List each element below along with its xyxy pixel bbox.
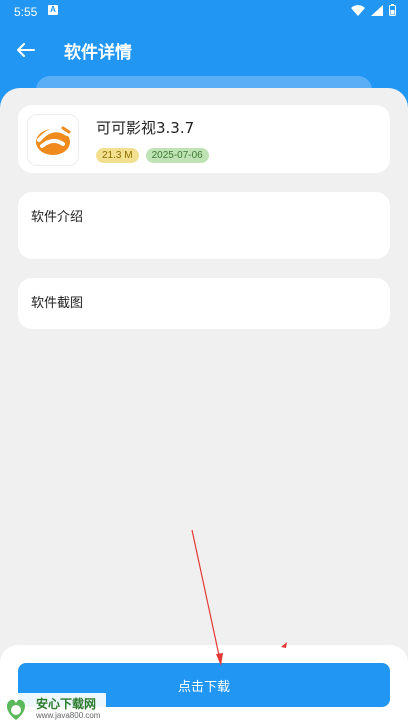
- page-title: 软件详情: [64, 43, 132, 63]
- app-badges: 21.3 M 2025-07-06: [96, 148, 209, 163]
- status-icons: [351, 4, 396, 16]
- intro-card: 软件介绍: [18, 192, 390, 259]
- app-name: 可可影视3.3.7: [96, 119, 195, 137]
- signal-icon: [371, 4, 383, 16]
- intro-title: 软件介绍: [31, 210, 84, 225]
- status-bar: 5:55 A: [0, 0, 408, 24]
- watermark: 安心下载网 www.java800.com: [0, 693, 106, 725]
- app-logo: [27, 114, 79, 166]
- content-sheet: [0, 88, 408, 725]
- watermark-url: www.java800.com: [36, 711, 101, 720]
- notification-icon: A: [48, 5, 58, 15]
- size-badge: 21.3 M: [96, 148, 139, 163]
- battery-icon: [389, 4, 396, 16]
- screenshots-card: 软件截图: [18, 278, 390, 329]
- app-info-card: 可可影视3.3.7 21.3 M 2025-07-06: [18, 105, 390, 173]
- arrow-left-icon: [17, 43, 35, 57]
- watermark-logo-icon: [6, 699, 26, 720]
- date-badge: 2025-07-06: [145, 148, 209, 163]
- wifi-icon: [351, 4, 365, 16]
- app-bar: 软件详情: [0, 24, 408, 76]
- app-logo-icon: [36, 126, 71, 155]
- status-time: 5:55: [14, 5, 38, 19]
- back-button[interactable]: [12, 36, 40, 64]
- watermark-title: 安心下载网: [36, 697, 97, 711]
- screenshots-title: 软件截图: [31, 296, 84, 311]
